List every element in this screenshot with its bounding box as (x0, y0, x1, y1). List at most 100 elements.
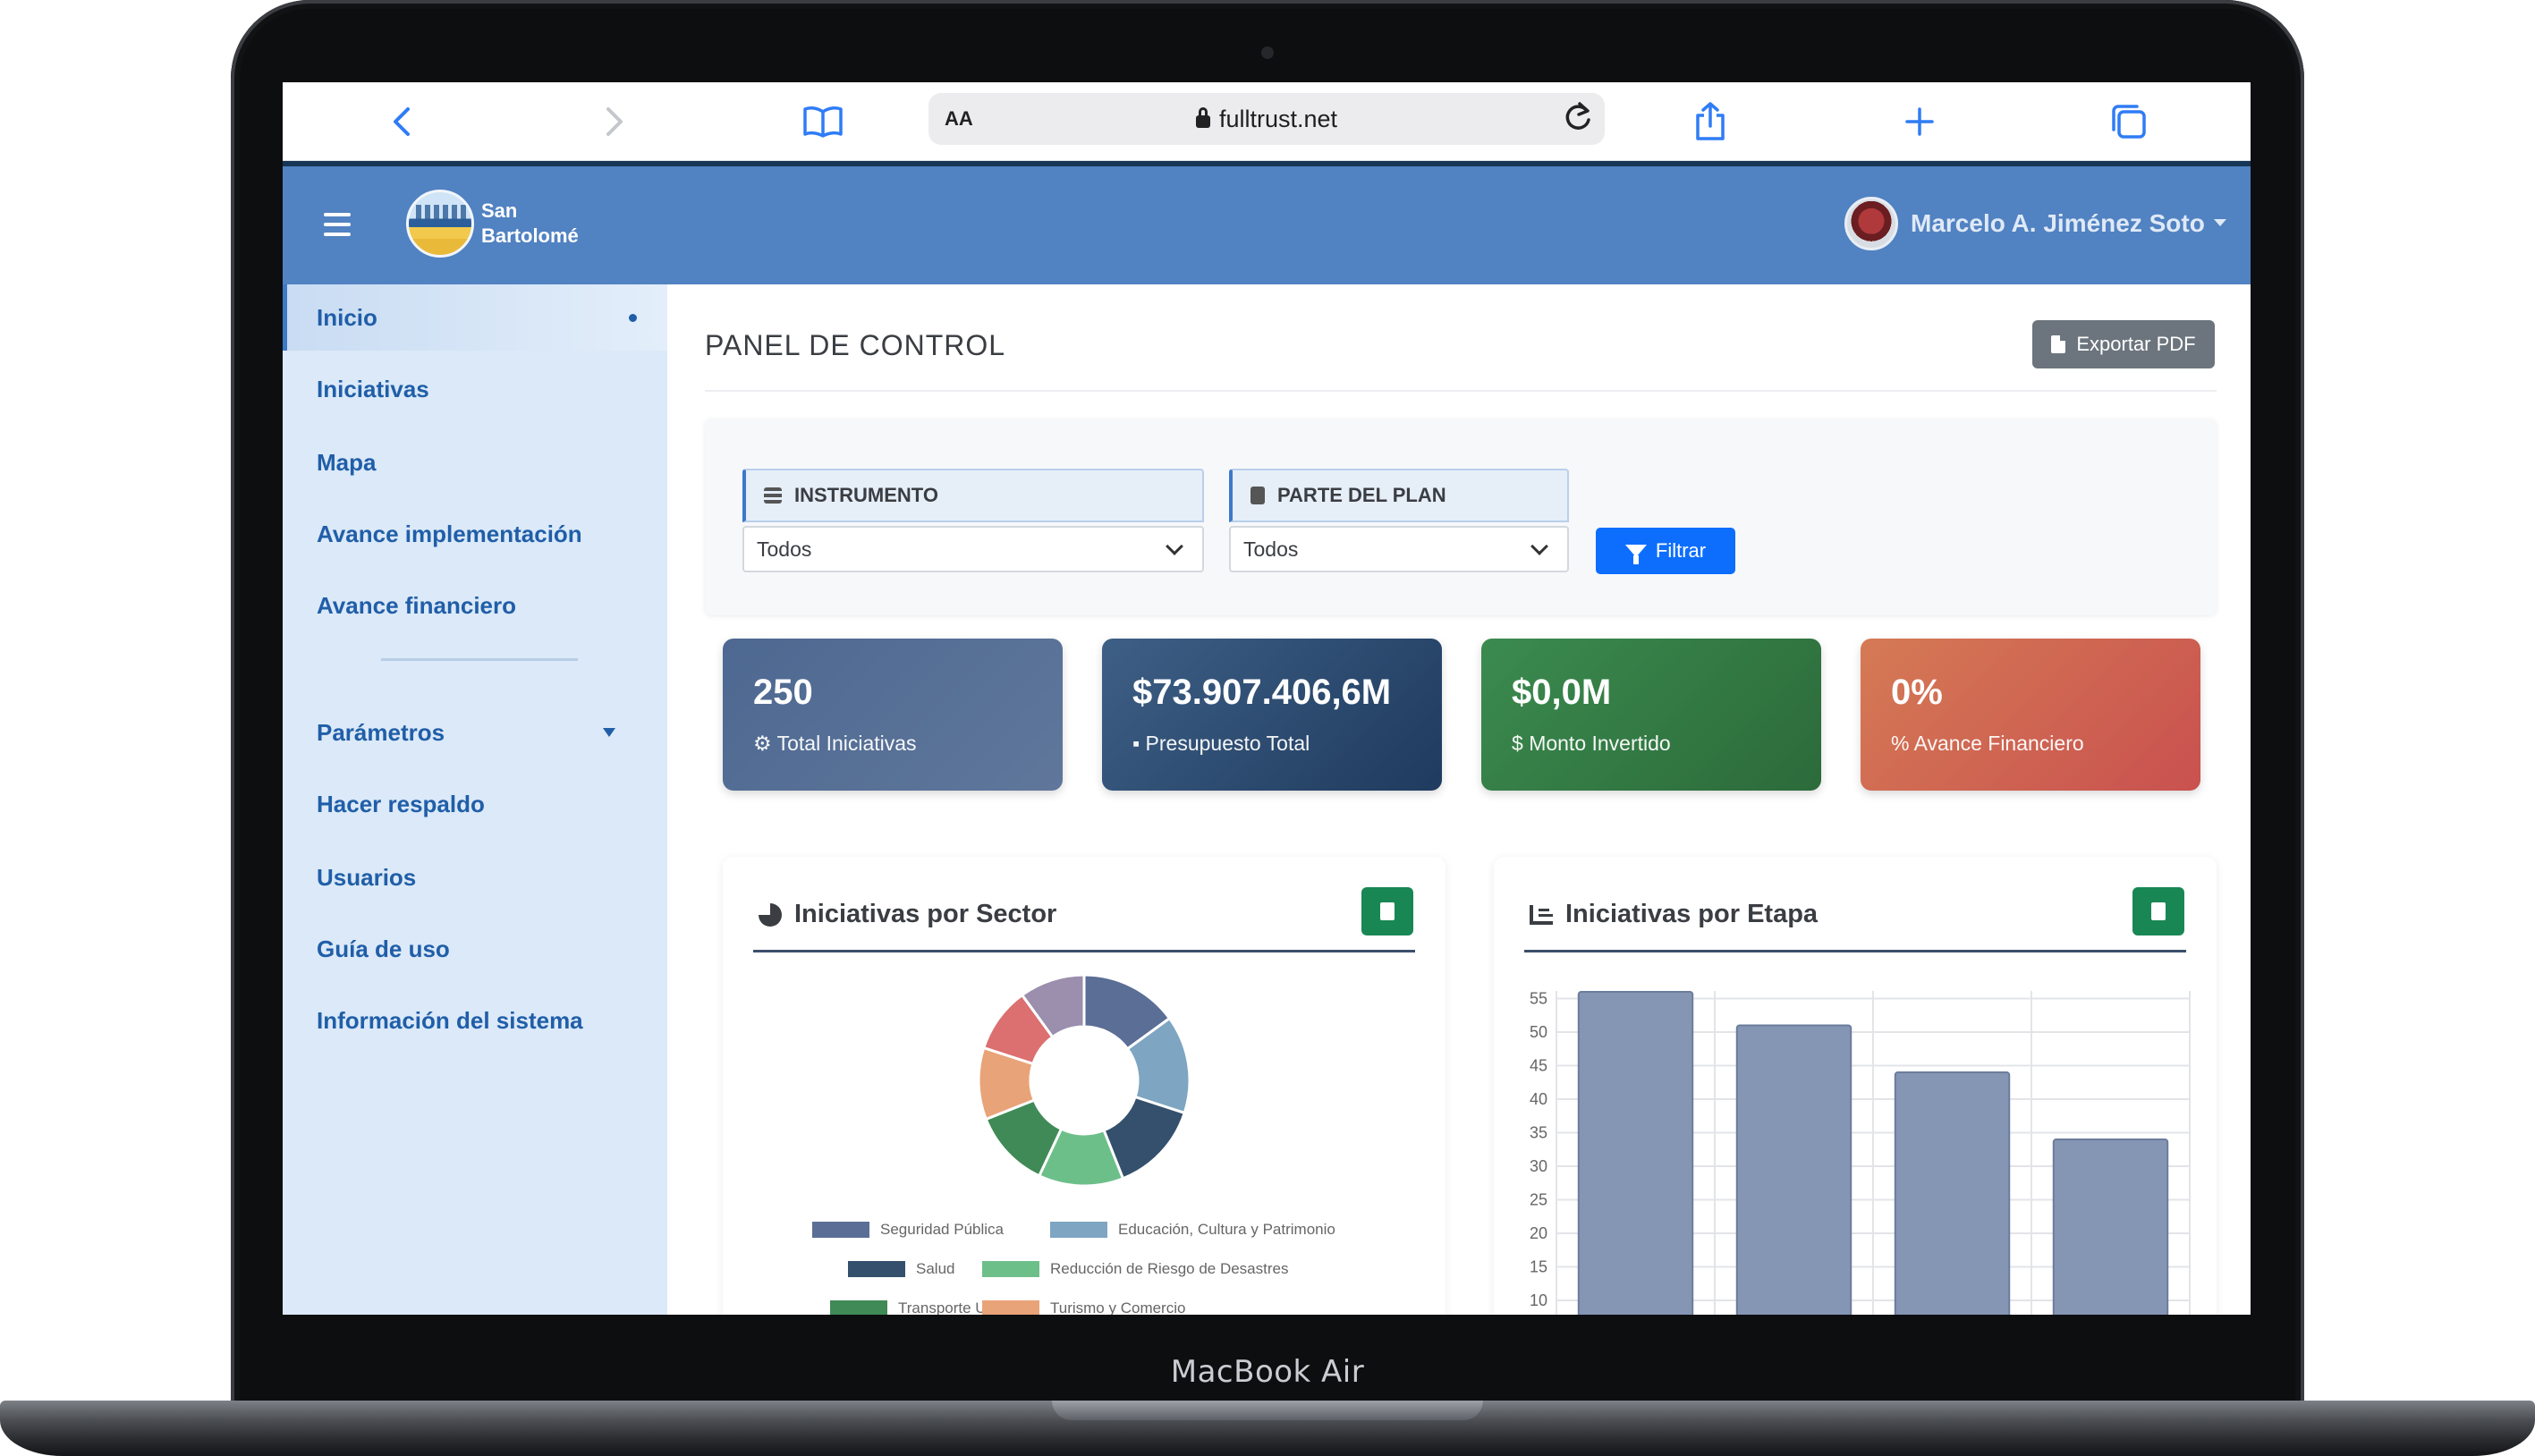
stat-label: ⚙ Total Iniciativas (753, 732, 917, 755)
brand-name: San Bartolomé (481, 199, 579, 249)
user-name: Marcelo A. Jiménez Soto (1911, 209, 2205, 237)
parte-del-plan-label: PARTE DEL PLAN (1229, 469, 1569, 522)
sidebar-item-usuarios[interactable]: Usuarios (283, 844, 667, 910)
filter-button[interactable]: Filtrar (1596, 528, 1735, 574)
y-tick-label: 20 (1530, 1224, 1547, 1242)
municipality-logo (406, 190, 474, 258)
device-label: MacBook Air (1170, 1354, 1365, 1390)
page-title: PANEL DE CONTROL (705, 329, 1006, 361)
sidebar-item-label: Guía de uso (317, 935, 450, 962)
sidebar-item-avance-financiero[interactable]: Avance financiero (283, 572, 667, 639)
chevron-right-icon[interactable] (587, 95, 640, 148)
bar[interactable] (1894, 1071, 2011, 1315)
instrumento-label: INSTRUMENTO (742, 469, 1204, 522)
y-tick-label: 45 (1530, 1057, 1547, 1075)
legend-label[interactable]: Reducción de Riesgo de Desastres (1050, 1260, 1288, 1277)
stat-card-avance-financiero: 0% % Avance Financiero (1861, 639, 2200, 791)
sidebar-divider (381, 658, 578, 661)
sidebar-item-informacion-sistema[interactable]: Información del sistema (283, 987, 667, 1054)
filter-button-label: Filtrar (1655, 539, 1707, 562)
laptop-hinge-notch (1052, 1401, 1483, 1420)
legend-label[interactable]: Salud (916, 1260, 954, 1277)
y-tick-label: 10 (1530, 1291, 1547, 1309)
stat-value: $0,0M (1512, 673, 1612, 712)
legend-swatch (982, 1261, 1039, 1277)
chevron-down-icon (1166, 538, 1183, 555)
legend-swatch (982, 1300, 1039, 1315)
legend-label[interactable]: Educación, Cultura y Patrimonio (1118, 1221, 1335, 1238)
stat-card-monto-invertido: $0,0M $ Monto Invertido (1481, 639, 1821, 791)
sitemap-icon: ⚙ (753, 732, 777, 755)
plus-icon[interactable] (1893, 95, 1946, 148)
sidebar-item-label: Usuarios (317, 863, 417, 891)
legend-swatch (812, 1222, 869, 1238)
stat-value: $73.907.406,6M (1132, 673, 1392, 712)
camera-dot (1261, 47, 1274, 59)
screen: AA fulltrust.net San Bartolomé Marcelo A… (283, 82, 2251, 1315)
file-icon: ▪ (1132, 732, 1146, 755)
caret-down-icon (603, 728, 615, 737)
active-dot-icon (629, 313, 637, 322)
brand-line-2: Bartolomé (481, 224, 579, 247)
avatar[interactable] (1844, 197, 1898, 250)
sidebar-item-inicio[interactable]: Inicio (283, 284, 667, 351)
filter-panel: INSTRUMENTO Todos PARTE DEL PLAN Todos F… (705, 419, 2217, 615)
book-icon[interactable] (796, 95, 850, 148)
sidebar: Inicio Iniciativas Mapa Avance implement… (283, 284, 667, 1315)
stat-label: ▪ Presupuesto Total (1132, 732, 1310, 755)
parte-del-plan-select[interactable]: Todos (1229, 526, 1569, 572)
sidebar-item-label: Hacer respaldo (317, 790, 485, 817)
y-tick-label: 35 (1530, 1124, 1547, 1142)
sidebar-item-label: Iniciativas (317, 375, 429, 402)
etapa-chart-panel: Iniciativas por Etapa 510152025303540455… (1494, 857, 2217, 1315)
bar[interactable] (1735, 1024, 1852, 1316)
share-icon[interactable] (1683, 95, 1737, 148)
sidebar-item-hacer-respaldo[interactable]: Hacer respaldo (283, 771, 667, 837)
stat-card-total-iniciativas: 250 ⚙ Total Iniciativas (723, 639, 1063, 791)
export-pdf-button[interactable]: Exportar PDF (2032, 320, 2215, 368)
bar[interactable] (1577, 991, 1694, 1315)
instrumento-label-text: INSTRUMENTO (794, 484, 938, 506)
sidebar-item-label: Inicio (317, 303, 377, 331)
chevron-down-icon (1530, 538, 1548, 555)
main-content: PANEL DE CONTROL Exportar PDF INSTRUMENT… (667, 284, 2251, 1315)
y-tick-label: 25 (1530, 1191, 1547, 1209)
parte-del-plan-label-text: PARTE DEL PLAN (1277, 484, 1446, 506)
y-tick-label: 40 (1530, 1090, 1547, 1108)
sector-donut-chart: Seguridad Pública Educación, Cultura y Pa… (812, 973, 1335, 1315)
etapa-bar-chart: 510152025303540455055 (1530, 990, 2191, 1316)
dollar-icon: $ (1512, 732, 1530, 755)
user-menu[interactable]: Marcelo A. Jiménez Soto (1911, 209, 2226, 238)
chevron-left-icon[interactable] (376, 95, 429, 148)
caret-down-icon (2213, 218, 2226, 226)
sidebar-item-iniciativas[interactable]: Iniciativas (283, 356, 667, 422)
tabs-icon[interactable] (2102, 95, 2156, 148)
sidebar-item-parametros[interactable]: Parámetros (283, 699, 667, 766)
file-pdf-icon (2051, 335, 2066, 353)
legend-label[interactable]: Seguridad Pública (880, 1221, 1005, 1238)
sidebar-item-mapa[interactable]: Mapa (283, 429, 667, 495)
sidebar-item-avance-implementacion[interactable]: Avance implementación (283, 501, 667, 567)
instrumento-select[interactable]: Todos (742, 526, 1204, 572)
sidebar-item-label: Información del sistema (317, 1006, 583, 1034)
clipboard-icon (1251, 487, 1265, 504)
browser-toolbar: AA fulltrust.net (283, 82, 2251, 161)
reload-icon[interactable] (1562, 98, 1594, 142)
url-text: fulltrust.net (928, 106, 1605, 133)
sidebar-item-label: Avance implementación (317, 520, 582, 547)
y-tick-label: 15 (1530, 1258, 1547, 1276)
sidebar-item-label: Mapa (317, 448, 377, 476)
layers-icon (764, 487, 782, 504)
legend-label[interactable]: Turismo y Comercio (1050, 1299, 1185, 1315)
stat-card-presupuesto-total: $73.907.406,6M ▪ Presupuesto Total (1102, 639, 1442, 791)
hamburger-menu-icon[interactable] (324, 213, 351, 236)
sidebar-item-guia-de-uso[interactable]: Guía de uso (283, 916, 667, 982)
y-tick-label: 30 (1530, 1157, 1547, 1175)
stat-value: 250 (753, 673, 813, 712)
sector-chart-panel: Iniciativas por Sector Seguridad Pública… (723, 857, 1446, 1315)
url-bar[interactable]: AA fulltrust.net (928, 93, 1605, 145)
stat-label: % Avance Financiero (1891, 732, 2084, 755)
bar[interactable] (2052, 1139, 2169, 1315)
filter-icon (1624, 545, 1647, 564)
sidebar-item-label: Parámetros (317, 718, 445, 746)
